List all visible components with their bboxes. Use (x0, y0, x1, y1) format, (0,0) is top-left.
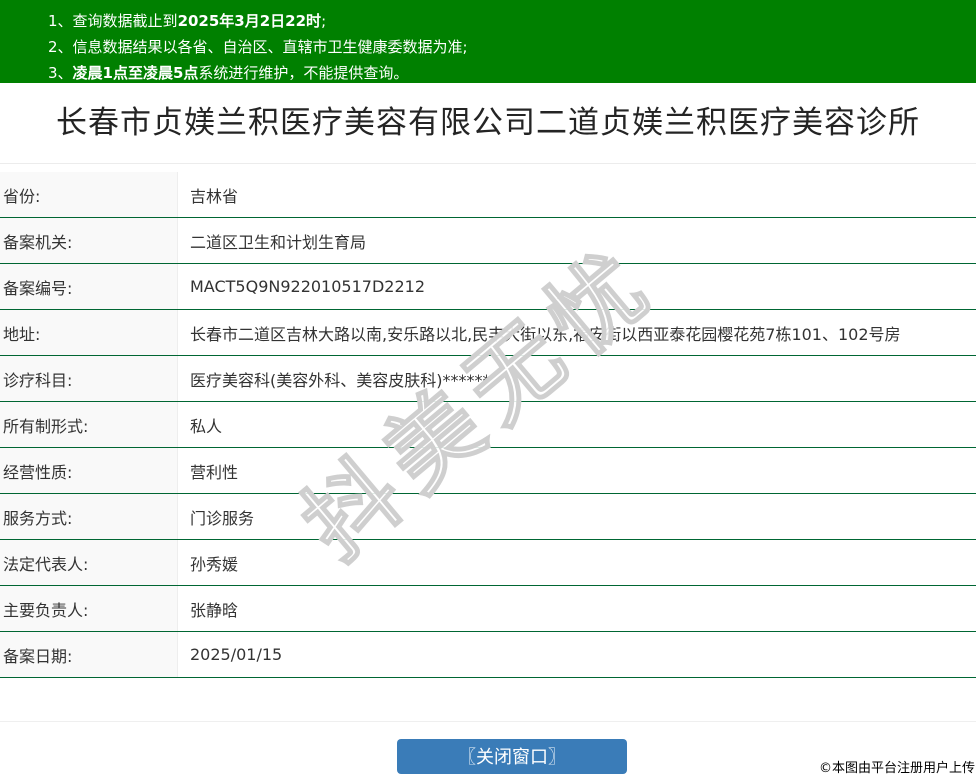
row-label: 备案日期: (0, 632, 178, 677)
row-value: 营利性 (190, 462, 239, 482)
notice-banner: 1、查询数据截止到2025年3月2日22时; 2、信息数据结果以各省、自治区、直… (0, 0, 976, 83)
table-row-main-person-in-charge: 主要负责人: 张静晗 (0, 586, 976, 632)
notice-text-bold: 2025年3月2日22时 (177, 12, 322, 30)
table-row-medical-subjects: 诊疗科目: 医疗美容科(美容外科、美容皮肤科)****** (0, 356, 976, 402)
table-row-province: 省份: 吉林省 (0, 172, 976, 218)
row-value: 二道区卫生和计划生育局 (190, 232, 367, 252)
page-title: 长春市贞媄兰积医疗美容有限公司二道贞媄兰积医疗美容诊所 (0, 83, 976, 164)
row-value: 孙秀媛 (190, 554, 239, 574)
notice-text-bold: 凌晨1点至凌晨5点 (72, 64, 199, 82)
row-label: 所有制形式: (0, 402, 178, 447)
table-row-filing-date: 备案日期: 2025/01/15 (0, 632, 976, 678)
row-label: 经营性质: (0, 448, 178, 493)
notice-line-2: 2、信息数据结果以各省、自治区、直辖市卫生健康委数据为准; (48, 34, 956, 60)
table-row-ownership-type: 所有制形式: 私人 (0, 402, 976, 448)
row-value: 门诊服务 (190, 508, 255, 528)
row-value: 长春市二道区吉林大路以南,安乐路以北,民丰大街以东,福安街以西亚泰花园樱花苑7栋… (190, 324, 901, 344)
row-value: MACT5Q9N922010517D2212 (190, 277, 425, 296)
row-label: 法定代表人: (0, 540, 178, 585)
table-row-filing-number: 备案编号: MACT5Q9N922010517D2212 (0, 264, 976, 310)
row-label: 地址: (0, 310, 178, 355)
notice-number: 1、 (48, 12, 73, 30)
table-row-business-nature: 经营性质: 营利性 (0, 448, 976, 494)
close-window-button[interactable]: 〖关闭窗口〗 (397, 739, 627, 774)
notice-text: 查询数据截止到 (72, 12, 178, 30)
row-value: 吉林省 (190, 186, 239, 206)
table-row-legal-representative: 法定代表人: 孙秀媛 (0, 540, 976, 586)
row-label: 省份: (0, 172, 178, 217)
row-label: 服务方式: (0, 494, 178, 539)
notice-number: 3、 (48, 64, 73, 82)
notice-text: 系统进行维护，不能提供查询。 (198, 64, 409, 82)
notice-number: 2、 (48, 38, 73, 56)
table-row-address: 地址: 长春市二道区吉林大路以南,安乐路以北,民丰大街以东,福安街以西亚泰花园樱… (0, 310, 976, 356)
table-row-filing-authority: 备案机关: 二道区卫生和计划生育局 (0, 218, 976, 264)
notice-line-1: 1、查询数据截止到2025年3月2日22时; (48, 8, 956, 34)
row-label: 诊疗科目: (0, 356, 178, 401)
row-value: 2025/01/15 (190, 645, 283, 664)
notice-text: 信息数据结果以各省、自治区、直辖市卫生健康委数据为准; (72, 38, 468, 56)
row-value: 医疗美容科(美容外科、美容皮肤科)****** (190, 370, 491, 390)
registration-info-table: 省份: 吉林省 备案机关: 二道区卫生和计划生育局 备案编号: MACT5Q9N… (0, 172, 976, 678)
row-label: 备案编号: (0, 264, 178, 309)
row-label: 备案机关: (0, 218, 178, 263)
row-value: 张静晗 (190, 600, 239, 620)
copyright-note: ©本图由平台注册用户上传 (818, 761, 975, 776)
notice-text: ; (321, 12, 327, 30)
row-value: 私人 (190, 416, 223, 436)
row-label: 主要负责人: (0, 586, 178, 631)
table-row-service-mode: 服务方式: 门诊服务 (0, 494, 976, 540)
